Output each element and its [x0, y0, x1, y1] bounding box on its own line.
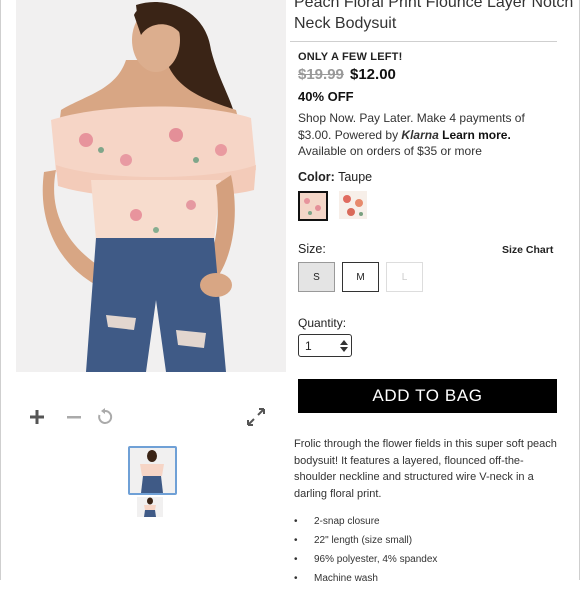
detail-item: 96% polyester, 4% spandex [294, 554, 560, 573]
frame-border-left [0, 0, 1, 580]
thumbnail[interactable] [137, 497, 163, 517]
add-to-bag-button[interactable]: ADD TO BAG [298, 379, 557, 413]
discount-label: 40% OFF [298, 89, 354, 104]
color-selector-label: Color: Taupe [298, 170, 372, 184]
fullscreen-icon[interactable] [245, 406, 267, 428]
detail-item: Machine wash [294, 573, 560, 592]
product-image[interactable] [16, 0, 286, 372]
product-details-list: 2-snap closure 22" length (size small) 9… [294, 516, 560, 592]
klarna-availability: Available on orders of $35 or more [298, 144, 482, 158]
zoom-out-icon[interactable] [63, 406, 85, 428]
size-option-s[interactable]: S [298, 262, 335, 292]
quantity-value: 1 [305, 338, 312, 353]
product-photo-illustration [16, 0, 286, 372]
size-chart-link[interactable]: Size Chart [502, 244, 553, 256]
image-zoom-controls [26, 406, 271, 432]
size-option-l[interactable]: L [386, 262, 423, 292]
color-label: Color: [298, 170, 335, 184]
size-label: Size: [298, 242, 326, 256]
color-swatch-taupe[interactable] [298, 191, 328, 221]
zoom-in-icon[interactable] [26, 406, 48, 428]
klarna-logo: Klarna [401, 127, 439, 142]
learn-more-link[interactable]: Learn more. [442, 128, 511, 142]
thumbnail-selected[interactable] [128, 446, 177, 495]
product-description: Frolic through the flower fields in this… [294, 438, 557, 500]
detail-item: 2-snap closure [294, 516, 560, 535]
product-title: Peach Floral Print Flounce Layer Notch N… [294, 0, 574, 32]
detail-item: 22" length (size small) [294, 535, 560, 554]
divider [290, 41, 557, 42]
klarna-promo: Shop Now. Pay Later. Make 4 payments of … [298, 110, 548, 160]
quantity-arrows-icon [340, 340, 348, 352]
color-value: Taupe [338, 170, 373, 184]
quantity-label: Quantity: [298, 316, 347, 330]
sale-price: $12.00 [350, 66, 396, 83]
stock-notice: ONLY A FEW LEFT! [298, 51, 403, 63]
color-swatch-alt[interactable] [339, 191, 367, 219]
size-option-m[interactable]: M [342, 262, 379, 292]
original-price: $19.99 [298, 66, 344, 83]
reset-icon[interactable] [94, 406, 116, 428]
quantity-select[interactable]: 1 [298, 334, 352, 357]
